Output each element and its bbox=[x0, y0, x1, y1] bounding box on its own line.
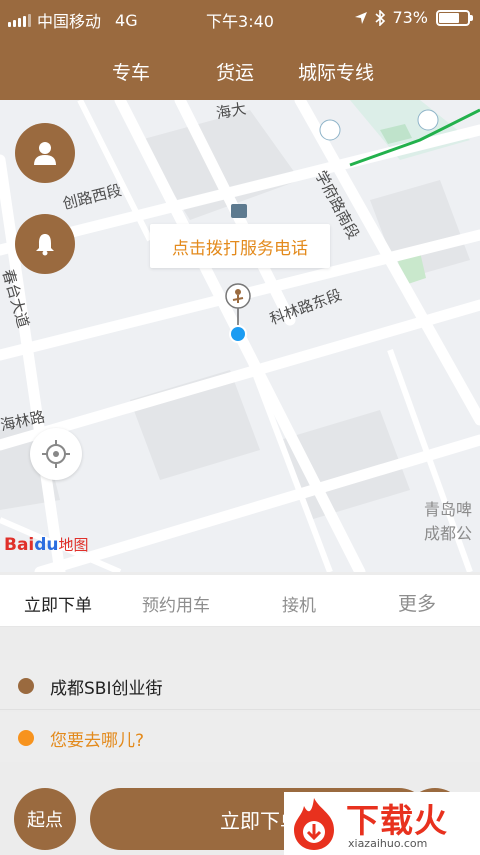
location-arrow-icon bbox=[355, 11, 368, 24]
ride-type-tabs: 立即下单 预约用车 接机 更多 bbox=[0, 575, 480, 627]
battery-icon bbox=[436, 9, 473, 26]
map-roads bbox=[0, 100, 480, 572]
tab-private-car[interactable]: 专车 bbox=[112, 58, 150, 85]
notification-button[interactable] bbox=[15, 214, 75, 274]
start-dot-icon bbox=[18, 678, 34, 694]
service-tabs: 专车 货运 城际专线 bbox=[0, 50, 480, 90]
watermark: 下载火 xiazaihuo.com bbox=[284, 792, 480, 855]
call-service-tooltip[interactable]: 点击拨打服务电话 bbox=[150, 224, 330, 268]
tab-more[interactable]: 更多 bbox=[398, 589, 436, 616]
tab-reserve[interactable]: 预约用车 bbox=[142, 591, 210, 616]
poi-label: 青岛啤 bbox=[424, 500, 473, 519]
map-view[interactable]: 海大 创路西段 学府路南段 科林路东段 春台大道 海林路 青岛啤 成都公 点击拨… bbox=[0, 100, 480, 572]
watermark-text: 下载火 bbox=[346, 801, 448, 840]
tab-freight[interactable]: 货运 bbox=[216, 58, 254, 85]
bell-icon bbox=[36, 234, 54, 256]
bluetooth-icon bbox=[375, 9, 386, 26]
status-bar: 中国移动 4G 下午3:40 73% bbox=[0, 0, 480, 34]
destination-dot-icon bbox=[18, 730, 34, 746]
watermark-url: xiazaihuo.com bbox=[348, 837, 428, 850]
poi-label: 成都公 bbox=[424, 524, 473, 543]
tab-intercity[interactable]: 城际专线 bbox=[298, 58, 374, 85]
flame-logo-icon bbox=[294, 798, 334, 850]
profile-button[interactable] bbox=[15, 123, 75, 183]
baidu-map-logo: Baidu地图 bbox=[4, 535, 89, 555]
start-address-row[interactable]: 成都SBI创业街 bbox=[0, 660, 480, 710]
destination-row[interactable]: 您要去哪儿? bbox=[0, 712, 480, 762]
tab-order-now[interactable]: 立即下单 bbox=[24, 591, 92, 616]
battery-percent: 73% bbox=[392, 8, 428, 27]
locate-button[interactable] bbox=[30, 428, 82, 480]
app-header: 中国移动 4G 下午3:40 73% 专车 货运 城际专线 bbox=[0, 0, 480, 100]
start-address: 成都SBI创业街 bbox=[50, 679, 163, 699]
destination-placeholder: 您要去哪儿? bbox=[50, 731, 145, 751]
crosshair-icon bbox=[42, 440, 70, 468]
start-point-button[interactable]: 起点 bbox=[14, 788, 76, 850]
tab-airport-pickup[interactable]: 接机 bbox=[282, 591, 316, 616]
user-icon bbox=[34, 142, 56, 165]
